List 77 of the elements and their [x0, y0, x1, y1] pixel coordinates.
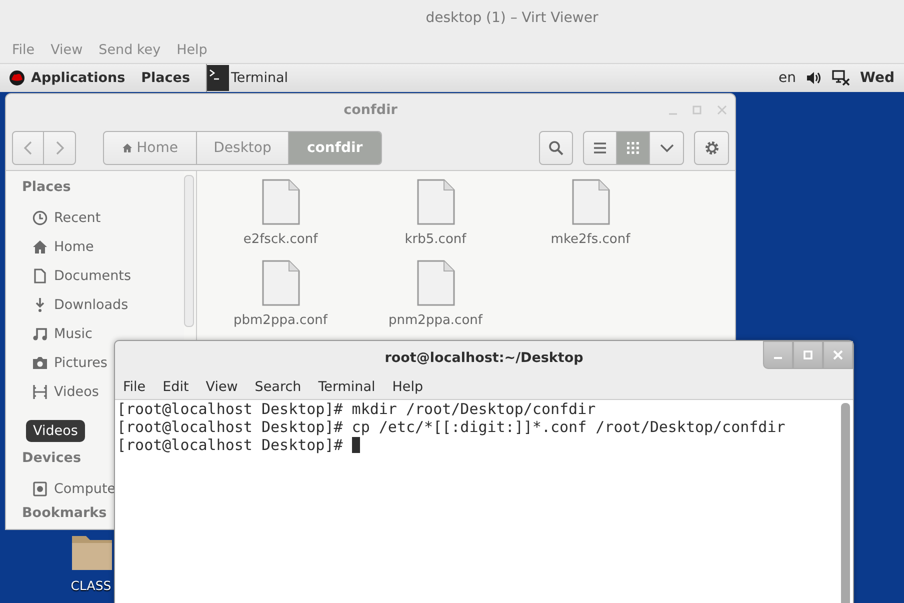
clock[interactable]: Wed: [860, 70, 904, 86]
cursor: [352, 437, 360, 453]
home-icon: [122, 141, 133, 155]
window-title: desktop (1) – Virt Viewer: [424, 10, 598, 26]
minimize-icon: [774, 357, 782, 359]
menu-item[interactable]: File: [123, 379, 146, 395]
computer-icon: [32, 480, 48, 496]
settings-button[interactable]: [694, 131, 729, 165]
chevron-right-icon: [54, 140, 64, 156]
hat-icon: [9, 70, 25, 86]
section-heading: Devices: [22, 450, 81, 468]
sidebar-item[interactable]: Downloads: [22, 290, 128, 319]
menu-item[interactable]: View: [206, 379, 238, 395]
maximize-icon: [803, 350, 813, 360]
sidebar-item[interactable]: Compute: [22, 474, 116, 503]
section-heading: Places: [22, 179, 71, 197]
terminal-icon: [206, 65, 229, 91]
close-icon: [833, 350, 843, 360]
chevron-down-icon: [658, 143, 674, 153]
window-title: confdir: [344, 102, 398, 118]
sidebar-item[interactable]: Pictures: [22, 348, 108, 377]
maximize-button[interactable]: [793, 341, 823, 369]
maximize-icon[interactable]: [692, 105, 702, 115]
file-icon[interactable]: [260, 178, 300, 226]
file-icon[interactable]: [260, 259, 300, 307]
scrollbar[interactable]: [841, 403, 850, 603]
terminal-line: [root@localhost Desktop]# cp /etc/*[[:digit:]]*.conf /root/Desktop/confdir: [117, 418, 786, 436]
sidebar-item[interactable]: Recent: [22, 203, 101, 232]
file-name[interactable]: krb5.conf: [404, 232, 466, 247]
keyboard-layout[interactable]: en: [778, 70, 796, 86]
search-icon: [548, 140, 564, 156]
panel-menu[interactable]: Places: [141, 70, 190, 86]
menu-item[interactable]: Terminal: [318, 379, 376, 395]
icon-label[interactable]: CLASS: [70, 578, 112, 593]
sidebar-item[interactable]: Videos: [22, 377, 99, 406]
file-name[interactable]: pnm2ppa.conf: [388, 313, 482, 328]
view-button[interactable]: [617, 132, 650, 164]
film-icon: [32, 384, 48, 400]
network-icon[interactable]: [832, 70, 850, 86]
menu-item[interactable]: View: [42, 42, 91, 58]
tooltip: Videos: [26, 420, 85, 442]
file-icon[interactable]: [416, 259, 456, 307]
file-name[interactable]: mke2fs.conf: [550, 232, 630, 247]
sidebar-item[interactable]: Music: [22, 319, 92, 348]
scrollbar[interactable]: [184, 175, 194, 327]
menu-item[interactable]: Help: [392, 379, 424, 395]
camera-icon: [32, 354, 48, 370]
grid-icon: [627, 142, 639, 154]
path-button[interactable]: Home: [104, 132, 197, 164]
clock-icon: [32, 210, 48, 226]
minimize-button[interactable]: [763, 341, 793, 369]
section-heading: Bookmarks: [22, 505, 107, 523]
sidebar-item[interactable]: Home: [22, 232, 94, 261]
window-title: root@localhost:~/Desktop: [384, 350, 584, 366]
file-name[interactable]: e2fsck.conf: [243, 232, 318, 247]
menu-item[interactable]: Edit: [162, 379, 189, 395]
music-icon: [32, 326, 48, 342]
settings-icon: [704, 140, 720, 156]
file-name[interactable]: pbm2ppa.conf: [234, 313, 328, 328]
close-button[interactable]: [823, 341, 853, 369]
home-icon: [32, 238, 48, 254]
volume-icon[interactable]: [806, 70, 822, 86]
terminal-line: [root@localhost Desktop]# mkdir /root/Desktop/confdir: [117, 400, 596, 418]
list-icon: [593, 142, 607, 154]
document-icon: [32, 268, 48, 284]
menu-item[interactable]: Send key: [90, 42, 169, 58]
panel-menu[interactable]: Applications: [9, 70, 126, 86]
menu-item[interactable]: Search: [254, 379, 302, 395]
file-icon[interactable]: [416, 178, 456, 226]
sidebar-item[interactable]: Documents: [22, 261, 131, 290]
file-icon[interactable]: [570, 178, 610, 226]
close-icon[interactable]: [717, 105, 727, 115]
chevron-left-icon: [23, 140, 33, 156]
menu-item[interactable]: File: [4, 42, 43, 58]
terminal-line: [root@localhost Desktop]#: [117, 436, 344, 454]
search-button[interactable]: [539, 131, 573, 165]
menu-item[interactable]: Help: [168, 42, 216, 58]
